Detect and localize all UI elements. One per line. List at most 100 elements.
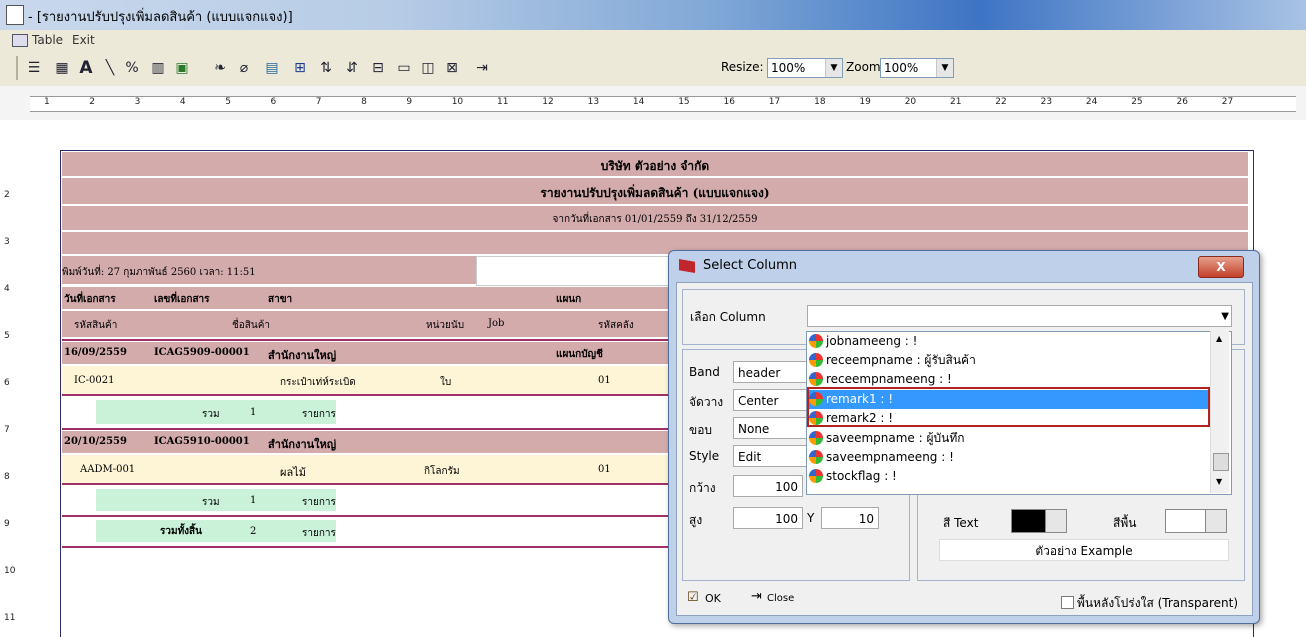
column-header-2[interactable]: รหัสสินค้า ชื่อสินค้า หน่วยนับ Job รหัสค… <box>62 311 668 337</box>
layout-icon[interactable]: ⊠ <box>442 58 462 78</box>
window-title: - [รายงานปรับปรุงเพิ่มลดสินค้า (แบบแจกแจ… <box>28 10 293 25</box>
group-footer[interactable]: รวม 1 รายการ <box>62 487 668 517</box>
chevron-down-icon: ▼ <box>936 59 953 77</box>
barcode-icon[interactable]: ▥ <box>148 58 168 78</box>
menu-table[interactable]: Table <box>32 33 63 47</box>
transparent-checkbox[interactable] <box>1061 596 1074 609</box>
item-code: IC-0021 <box>74 375 115 386</box>
group-footer[interactable]: รวม 1 รายการ <box>62 398 668 430</box>
format-icon[interactable]: ❧ <box>210 58 230 78</box>
bg-color-label: สีพื้น <box>1113 516 1137 530</box>
company-band[interactable]: บริษัท ตัวอย่าง จำกัด <box>62 152 1248 176</box>
menu-bar: Table Exit <box>0 30 1306 51</box>
table-icon[interactable]: ▦ <box>52 58 72 78</box>
title-band[interactable]: รายงานปรับปรุงเพิ่มลดสินค้า (แบบแจกแจง) <box>62 178 1248 204</box>
ruler-number: 17 <box>768 97 781 107</box>
eraser-icon[interactable]: ⌀ <box>234 58 254 78</box>
column-header-1[interactable]: วันที่เอกสาร เลขที่เอกสาร สาขา แผนก <box>62 287 668 309</box>
ruler-number: 10 <box>4 566 16 576</box>
sum-count: 1 <box>250 407 257 418</box>
scroll-thumb[interactable] <box>1213 453 1229 471</box>
detail-icon[interactable]: ◫ <box>418 58 438 78</box>
warehouse: 01 <box>598 375 611 386</box>
field-icon <box>809 353 823 367</box>
toolbar: ☰ ▦ A ╲ % ▥ ▣ ❧ ⌀ ▤ ⊞ ⇅ ⇵ ⊟ ▭ ◫ ⊠ ⇥ Resi… <box>0 50 1306 87</box>
text-color-button[interactable] <box>1045 509 1067 533</box>
printed-blank <box>476 256 670 286</box>
ruler-number: 11 <box>4 613 16 623</box>
ruler-number: 14 <box>632 97 645 107</box>
exit-icon[interactable]: ⇥ <box>472 58 492 78</box>
line-icon[interactable]: ╲ <box>100 58 120 78</box>
align-icon[interactable]: ☰ <box>24 58 44 78</box>
image-icon[interactable]: ▣ <box>172 58 192 78</box>
ruler-number: 12 <box>542 97 554 107</box>
chevron-down-icon: ▼ <box>1221 311 1229 322</box>
ruler-scale <box>30 96 1296 112</box>
band-icon[interactable]: ▭ <box>394 58 414 78</box>
printed-band[interactable]: พิมพ์วันที่: 27 กุมภาพันธ์ 2560 เวลา: 11… <box>62 256 476 284</box>
sum-label: รวม <box>202 409 220 420</box>
group-header[interactable]: 20/10/2559 ICAG5910-00001 สำนักงานใหญ่ <box>62 431 668 453</box>
ruler-number: 6 <box>4 378 10 388</box>
company-name: บริษัท ตัวอย่าง จำกัด <box>600 159 710 173</box>
ruler-number: 3 <box>134 97 141 107</box>
option-item[interactable]: saveempname : ผู้บันทึก <box>809 429 1211 448</box>
zoom-select[interactable]: 100% ▼ <box>880 58 954 78</box>
warehouse: 01 <box>598 464 611 475</box>
hdr-item-name: ชื่อสินค้า <box>232 320 271 331</box>
ruler-number: 7 <box>315 97 322 107</box>
group-header[interactable]: 16/09/2559 ICAG5909-00001 สำนักงานใหญ่ แ… <box>62 342 668 364</box>
bg-color-swatch[interactable] <box>1165 509 1207 533</box>
dialog-title: Select Column <box>703 258 798 273</box>
option-item[interactable]: jobnameeng : ! <box>809 332 1211 351</box>
close-button[interactable]: Close <box>767 593 794 604</box>
dept: แผนกบัญชี <box>556 349 603 360</box>
branch: สำนักงานใหญ่ <box>268 349 337 362</box>
detail-row[interactable]: AADM-001 ผลไม้ กิโลกรัม 01 <box>62 455 668 485</box>
chevron-down-icon: ▼ <box>825 59 842 77</box>
text-color-label: สี Text <box>943 516 979 530</box>
hdr-branch: สาขา <box>268 294 293 305</box>
resize-select[interactable]: 100% ▼ <box>767 58 843 78</box>
close-icon[interactable]: X <box>1198 256 1244 278</box>
ruler-number: 7 <box>4 425 10 435</box>
column-icon[interactable]: ⊟ <box>368 58 388 78</box>
ok-button[interactable]: OK <box>705 592 721 605</box>
daterange-band[interactable]: จากวันที่เอกสาร 01/01/2559 ถึง 31/12/255… <box>62 206 1248 230</box>
bg-color-button[interactable] <box>1205 509 1227 533</box>
field-icon <box>809 372 823 386</box>
doc-no: ICAG5909-00001 <box>154 347 250 358</box>
total-unit: รายการ <box>302 528 336 539</box>
total-count: 2 <box>250 526 257 537</box>
option-item[interactable]: saveempnameeng : ! <box>809 448 1211 467</box>
sort-icon[interactable]: ⇅ <box>316 58 336 78</box>
option-item[interactable]: receempname : ผู้รับสินค้า <box>809 351 1211 370</box>
option-item[interactable]: stockflag : ! <box>809 467 1211 486</box>
ruler-number: 19 <box>859 97 871 107</box>
percent-icon[interactable]: % <box>122 58 142 78</box>
text-a-icon[interactable]: A <box>76 58 96 78</box>
hdr-job: Job <box>488 318 505 329</box>
dropdown-scrollbar[interactable]: ▲ ▼ <box>1210 331 1229 493</box>
y-label: Y <box>807 511 815 525</box>
sum-count: 1 <box>250 495 257 506</box>
ruler-number: 25 <box>1131 97 1143 107</box>
chevron-down-icon[interactable]: ▼ <box>1216 477 1222 486</box>
menu-exit[interactable]: Exit <box>72 33 95 47</box>
filter-icon[interactable]: ⇵ <box>342 58 362 78</box>
detail-row[interactable]: IC-0021 กระเป๋าเท่ห์ระเบิด ใบ 01 <box>62 366 668 396</box>
group-icon[interactable]: ⊞ <box>290 58 310 78</box>
hdr-dept: แผนก <box>556 294 582 305</box>
ruler-number: 23 <box>1040 97 1053 107</box>
total-label: รวมทั้งสิ้น <box>160 526 202 537</box>
width-input[interactable]: 100 <box>733 475 803 497</box>
field-icon <box>809 469 823 483</box>
report-footer[interactable]: รวมทั้งสิ้น 2 รายการ <box>62 518 668 548</box>
ruler-number: 26 <box>1176 97 1188 107</box>
height-input[interactable]: 100 <box>733 507 803 529</box>
chevron-up-icon[interactable]: ▲ <box>1216 334 1222 343</box>
y-input[interactable]: 10 <box>821 507 879 529</box>
chart-icon[interactable]: ▤ <box>262 58 282 78</box>
select-column-combo[interactable]: ▼ <box>807 305 1232 327</box>
